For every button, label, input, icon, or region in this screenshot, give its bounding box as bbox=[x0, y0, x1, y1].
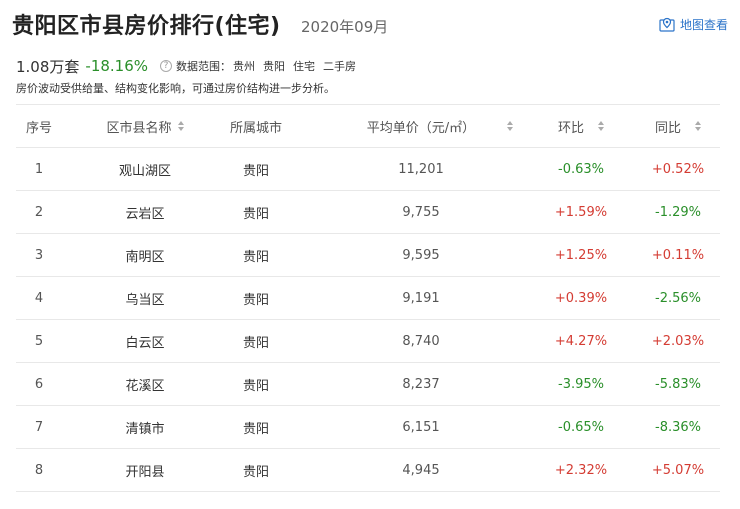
district-name-cell: 白云区 bbox=[125, 335, 165, 351]
scope-city: 贵阳 bbox=[263, 60, 286, 73]
column-header-yoy[interactable]: 同比 bbox=[636, 105, 720, 147]
city-cell: 贵阳 bbox=[242, 464, 269, 480]
sort-icon[interactable] bbox=[177, 121, 184, 131]
table-row[interactable]: 6 花溪区 贵阳 8,237 -3.95% -5.83% bbox=[16, 363, 720, 406]
city-cell: 贵阳 bbox=[242, 249, 269, 265]
rank-cell: 6 bbox=[34, 376, 44, 392]
yoy-change-cell: +5.07% bbox=[651, 462, 705, 478]
column-header-name-label: 区市县名称 bbox=[106, 120, 172, 136]
listing-change: -18.16% bbox=[85, 57, 149, 75]
yoy-change-cell: +0.52% bbox=[651, 161, 705, 177]
table-row[interactable]: 2 云岩区 贵阳 9,755 +1.59% -1.29% bbox=[16, 191, 720, 234]
rank-cell: 5 bbox=[34, 333, 44, 349]
scope-market: 二手房 bbox=[323, 60, 357, 73]
column-header-mom-label: 环比 bbox=[557, 120, 584, 136]
help-icon[interactable]: ? bbox=[160, 60, 173, 72]
price-cell: 9,595 bbox=[402, 247, 440, 263]
table-row[interactable]: 8 开阳县 贵阳 4,945 +2.32% +5.07% bbox=[16, 449, 720, 492]
mom-change-cell: -3.95% bbox=[558, 376, 604, 392]
column-header-name[interactable]: 区市县名称 bbox=[90, 105, 200, 147]
sort-icon[interactable] bbox=[598, 121, 604, 131]
page-header: 贵阳区市县房价排行(住宅) 2020年09月 地图查看 bbox=[12, 12, 728, 42]
column-header-price: 平均单价（元/㎡） bbox=[366, 120, 476, 136]
price-cell: 4,945 bbox=[402, 462, 440, 478]
rank-cell: 7 bbox=[34, 419, 44, 435]
district-name-cell: 花溪区 bbox=[125, 378, 165, 394]
map-view-label: 地图查看 bbox=[679, 18, 728, 32]
map-view-link[interactable]: 地图查看 bbox=[659, 16, 728, 34]
price-ranking-table: 序号 区市县名称 所属城市 平均单价（元/㎡） 环比 同比 1 观山湖区 贵阳 11,… bbox=[16, 104, 720, 492]
city-cell: 贵阳 bbox=[242, 378, 269, 394]
district-name-cell: 开阳县 bbox=[125, 464, 165, 480]
city-cell: 贵阳 bbox=[242, 335, 269, 351]
city-cell: 贵阳 bbox=[242, 163, 269, 179]
yoy-change-cell: +0.11% bbox=[651, 247, 705, 263]
column-header-city: 所属城市 bbox=[229, 120, 282, 136]
analysis-note: 房价波动受供给量、结构变化影响，可通过房价结构进一步分析。 bbox=[16, 82, 335, 95]
yoy-change-cell: -8.36% bbox=[655, 419, 701, 435]
scope-label: 数据范围： bbox=[176, 60, 232, 73]
summary-bar: 1.08万套 -18.16% ? 数据范围： 贵州 贵阳 住宅 二手房 bbox=[16, 55, 356, 77]
yoy-change-cell: +2.03% bbox=[651, 333, 705, 349]
page-title: 贵阳区市县房价排行(住宅) bbox=[12, 14, 281, 39]
price-cell: 9,191 bbox=[402, 290, 440, 306]
rank-cell: 3 bbox=[34, 247, 44, 263]
report-date: 2020年09月 bbox=[301, 18, 389, 36]
city-cell: 贵阳 bbox=[242, 421, 269, 437]
scope-type: 住宅 bbox=[293, 60, 316, 73]
city-cell: 贵阳 bbox=[242, 292, 269, 308]
scope-province: 贵州 bbox=[233, 60, 256, 73]
district-name-cell: 清镇市 bbox=[125, 421, 165, 437]
rank-cell: 1 bbox=[34, 161, 44, 177]
mom-change-cell: +0.39% bbox=[554, 290, 608, 306]
table-row[interactable]: 3 南明区 贵阳 9,595 +1.25% +0.11% bbox=[16, 234, 720, 277]
column-header-mom[interactable]: 环比 bbox=[541, 105, 621, 147]
mom-change-cell: +4.27% bbox=[554, 333, 608, 349]
table-row[interactable]: 7 清镇市 贵阳 6,151 -0.65% -8.36% bbox=[16, 406, 720, 449]
district-name-cell: 南明区 bbox=[125, 249, 165, 265]
city-cell: 贵阳 bbox=[242, 206, 269, 222]
yoy-change-cell: -2.56% bbox=[655, 290, 701, 306]
district-name-cell: 云岩区 bbox=[125, 206, 165, 222]
rank-cell: 4 bbox=[34, 290, 44, 306]
column-header-yoy-label: 同比 bbox=[654, 120, 681, 136]
rank-cell: 8 bbox=[34, 462, 44, 478]
table-row[interactable]: 1 观山湖区 贵阳 11,201 -0.63% +0.52% bbox=[16, 148, 720, 191]
sort-icon[interactable] bbox=[507, 121, 513, 131]
district-name-cell: 乌当区 bbox=[125, 292, 165, 308]
table-header: 序号 区市县名称 所属城市 平均单价（元/㎡） 环比 同比 bbox=[16, 104, 720, 148]
mom-change-cell: +1.59% bbox=[554, 204, 608, 220]
table-body: 1 观山湖区 贵阳 11,201 -0.63% +0.52% 2 云岩区 贵阳 9,755 +1.5… bbox=[16, 148, 720, 492]
rank-cell: 2 bbox=[34, 204, 44, 220]
price-cell: 8,237 bbox=[402, 376, 440, 392]
yoy-change-cell: -5.83% bbox=[655, 376, 701, 392]
yoy-change-cell: -1.29% bbox=[655, 204, 701, 220]
price-cell: 9,755 bbox=[402, 204, 440, 220]
mom-change-cell: +2.32% bbox=[554, 462, 608, 478]
price-cell: 6,151 bbox=[402, 419, 440, 435]
column-header-rank: 序号 bbox=[25, 120, 52, 136]
mom-change-cell: -0.63% bbox=[558, 161, 604, 177]
map-pin-icon bbox=[659, 17, 675, 33]
listing-count: 1.08万套 bbox=[16, 57, 80, 76]
mom-change-cell: +1.25% bbox=[554, 247, 608, 263]
price-cell: 8,740 bbox=[402, 333, 440, 349]
table-row[interactable]: 5 白云区 贵阳 8,740 +4.27% +2.03% bbox=[16, 320, 720, 363]
mom-change-cell: -0.65% bbox=[558, 419, 604, 435]
price-sort-control[interactable] bbox=[502, 105, 518, 147]
price-cell: 11,201 bbox=[398, 161, 444, 177]
district-name-cell: 观山湖区 bbox=[118, 163, 171, 179]
sort-icon[interactable] bbox=[695, 121, 701, 131]
table-row[interactable]: 4 乌当区 贵阳 9,191 +0.39% -2.56% bbox=[16, 277, 720, 320]
